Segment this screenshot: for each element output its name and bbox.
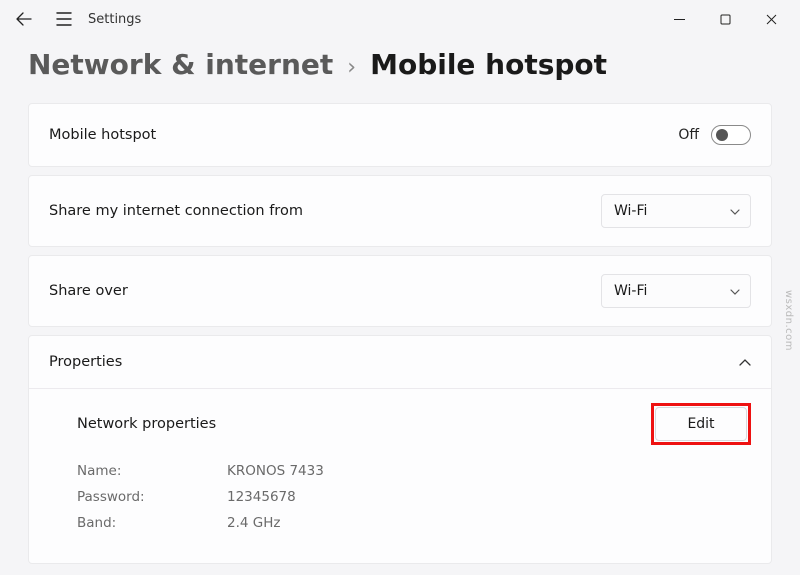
name-key: Name:: [77, 463, 227, 479]
minimize-button[interactable]: [656, 3, 702, 35]
maximize-icon: [720, 14, 731, 25]
edit-button[interactable]: Edit: [655, 407, 747, 441]
menu-button[interactable]: [46, 1, 82, 37]
hamburger-icon: [56, 12, 72, 26]
band-value: 2.4 GHz: [227, 515, 280, 531]
hotspot-label: Mobile hotspot: [49, 127, 156, 143]
breadcrumb: Network & internet › Mobile hotspot: [28, 48, 772, 81]
property-row-password: Password: 12345678: [77, 489, 751, 505]
property-row-name: Name: KRONOS 7433: [77, 463, 751, 479]
chevron-right-icon: ›: [347, 55, 356, 80]
property-row-band: Band: 2.4 GHz: [77, 515, 751, 531]
share-from-label: Share my internet connection from: [49, 203, 303, 219]
name-value: KRONOS 7433: [227, 463, 324, 479]
hotspot-toggle-card: Mobile hotspot Off: [28, 103, 772, 167]
breadcrumb-parent[interactable]: Network & internet: [28, 48, 333, 81]
share-over-value: Wi-Fi: [614, 283, 647, 299]
watermark: wsxdn.com: [783, 290, 794, 351]
close-icon: [766, 14, 777, 25]
password-value: 12345678: [227, 489, 296, 505]
title-bar: Settings: [0, 0, 800, 38]
chevron-down-icon: [730, 205, 740, 218]
password-key: Password:: [77, 489, 227, 505]
edit-highlight: Edit: [651, 403, 751, 445]
maximize-button[interactable]: [702, 3, 748, 35]
properties-card: Properties Network properties Edit Name:…: [28, 335, 772, 564]
close-button[interactable]: [748, 3, 794, 35]
properties-label: Properties: [49, 354, 122, 370]
properties-header[interactable]: Properties: [29, 336, 771, 389]
share-over-select[interactable]: Wi-Fi: [601, 274, 751, 308]
arrow-left-icon: [16, 11, 32, 27]
page-content: Network & internet › Mobile hotspot Mobi…: [0, 48, 800, 564]
toggle-knob: [716, 129, 728, 141]
chevron-up-icon: [739, 356, 751, 369]
hotspot-state-text: Off: [678, 127, 699, 143]
share-from-value: Wi-Fi: [614, 203, 647, 219]
breadcrumb-current: Mobile hotspot: [370, 48, 607, 81]
share-over-label: Share over: [49, 283, 128, 299]
band-key: Band:: [77, 515, 227, 531]
network-properties-label: Network properties: [77, 416, 216, 432]
back-button[interactable]: [6, 1, 42, 37]
share-over-card: Share over Wi-Fi: [28, 255, 772, 327]
hotspot-toggle[interactable]: [711, 125, 751, 145]
chevron-down-icon: [730, 285, 740, 298]
share-from-card: Share my internet connection from Wi-Fi: [28, 175, 772, 247]
app-title: Settings: [88, 12, 141, 27]
minimize-icon: [674, 14, 685, 25]
share-from-select[interactable]: Wi-Fi: [601, 194, 751, 228]
